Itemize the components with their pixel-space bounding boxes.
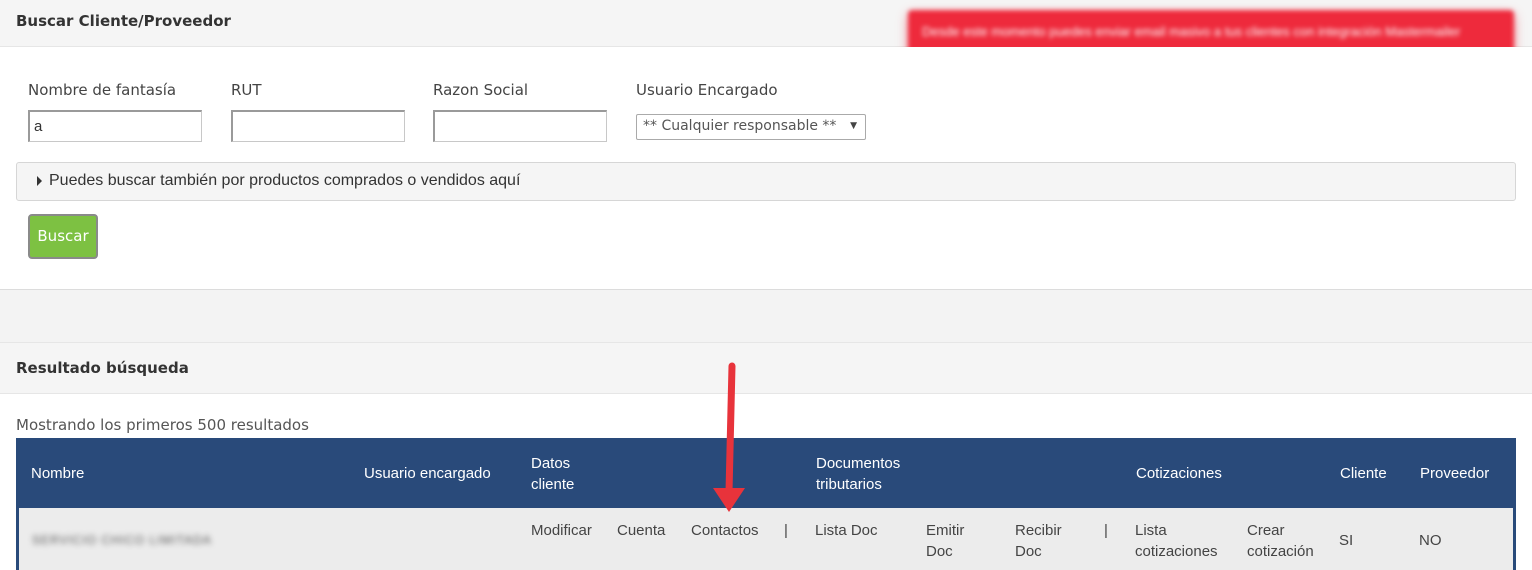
annotation-arrow-icon xyxy=(713,362,745,512)
